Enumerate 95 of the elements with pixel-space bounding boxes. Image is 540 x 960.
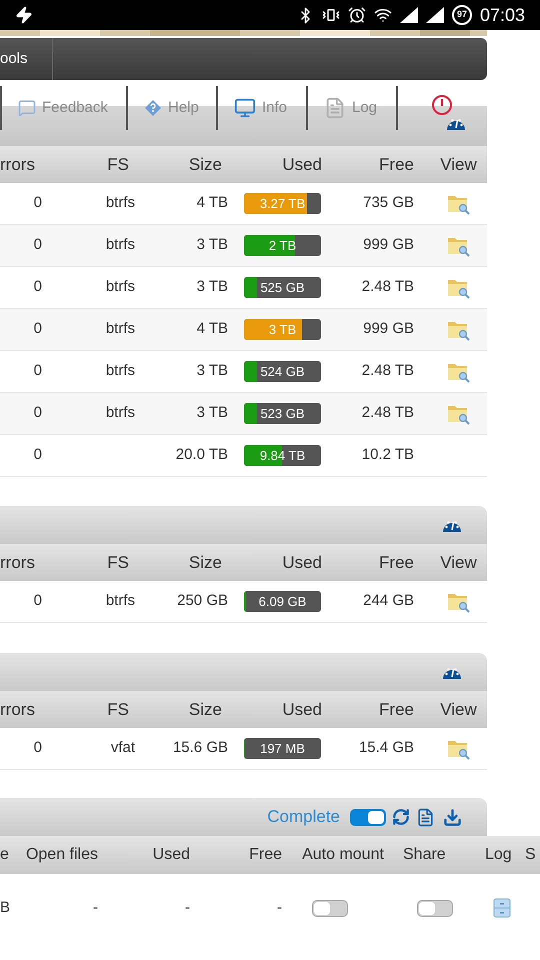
table-cell-text: 15.6 GB [172,738,229,758]
nav-item[interactable]: ools [0,38,53,80]
usage-text: 9.84 TB [260,446,306,465]
table-cell-text: - [93,898,99,918]
column-header[interactable]: Log [460,843,512,867]
table-cell-text: btrfs [106,403,136,424]
help-icon [144,99,162,117]
table-cell-text: 3 TB [196,277,229,298]
column-header[interactable]: View [440,696,477,722]
column-header[interactable]: Auto mount [302,843,384,867]
table-cell-text: 10.2 TB [362,445,415,466]
table-cell-text: 0 [34,591,43,612]
table-cell-text: btrfs [106,277,136,298]
column-header[interactable]: Open files [26,843,110,867]
table-cell-text: 735 GB [363,193,415,214]
column-header[interactable]: View [440,550,477,576]
table-cell-text: 3 TB [196,235,229,256]
column-header[interactable]: Free [249,843,290,867]
usage-text: 3 TB [268,320,296,339]
column-header[interactable]: FS [107,550,145,576]
flash-icon [15,6,33,24]
clock: 07:03 [480,4,525,26]
usage-text: 2 TB [268,236,296,255]
column-header[interactable]: Free [379,696,430,722]
table-cell-text: 0 [34,277,43,298]
column-header[interactable]: Used [282,152,338,178]
table-cell-text: 0 [34,193,43,214]
column-header[interactable]: Size [188,152,238,178]
alarm-icon [348,6,366,24]
table-cell-text: - [277,898,283,918]
usage-text: 525 GB [260,278,305,297]
column-header[interactable]: FS [107,696,145,722]
toggle-switch[interactable] [312,900,348,916]
table-cell-text: - [185,898,191,918]
cabinet-icon[interactable] [493,898,511,918]
table-cell-text: 999 GB [363,235,415,256]
column-header[interactable]: Size [188,696,238,722]
table-cell-text: 244 GB [363,591,415,612]
wifi-icon [374,6,392,24]
document-icon[interactable] [416,808,435,826]
signal-icon [400,7,418,23]
table-cell-text: 0 [34,319,43,340]
monitor-icon [234,97,256,119]
column-header[interactable]: Size [188,550,238,576]
column-header[interactable]: View [440,152,477,178]
table-cell-text: btrfs [106,591,136,612]
signal-icon [426,7,444,23]
table-cell-text: 20.0 TB [176,445,229,466]
usage-text: 523 GB [260,404,305,423]
table-cell-text: 2.48 TB [362,403,415,424]
table-cell-text: 0 [34,235,43,256]
vibrate-icon [322,6,340,24]
column-header[interactable]: Free [379,550,430,576]
table-cell-text: 0 [34,445,43,466]
usage-text: 6.09 GB [258,592,306,611]
column-header[interactable]: Used [152,843,205,867]
refresh-icon[interactable] [392,808,410,826]
usage-text: 524 GB [260,362,305,381]
table-cell-text: 4 TB [196,319,229,340]
usage-text: 197 MB [260,740,305,758]
table-cell-text: vfat [110,738,136,758]
toggle-switch[interactable] [350,808,386,826]
column-header[interactable]: FS [107,152,145,178]
power-icon[interactable] [431,94,453,116]
table-cell-text: 3 TB [196,361,229,382]
table-cell-text: 2.48 TB [362,277,415,298]
battery-level: 97 [452,5,472,25]
table-cell-text: 15.4 GB [358,738,415,758]
download-icon[interactable] [443,808,462,826]
table-cell-text: 0 [34,738,43,758]
table-cell-text: 3 TB [196,403,229,424]
column-header[interactable]: rrors [0,152,35,178]
column-header[interactable]: rrors [0,550,35,576]
document-icon [324,97,346,119]
column-header[interactable]: Share [396,843,446,867]
table-cell-text: 250 GB [177,591,229,612]
column-header[interactable]: S [520,843,536,867]
table-cell-text: 0 [34,361,43,382]
table-cell-text: 4 TB [196,193,229,214]
speech-bubble-icon [18,99,36,117]
column-header[interactable]: Used [282,696,338,722]
column-header[interactable]: Free [379,152,430,178]
table-cell-text: 2.48 TB [362,361,415,382]
table-cell-text: B [0,898,10,918]
toggle-switch[interactable] [417,900,453,916]
table-cell-text: btrfs [106,193,136,214]
table-cell-text: 999 GB [363,319,415,340]
column-header[interactable]: Used [282,550,338,576]
table-cell-text: 0 [34,403,43,424]
table-cell-text: btrfs [106,361,136,382]
usage-text: 3.27 TB [260,194,306,213]
table-cell-text: btrfs [106,235,136,256]
column-header[interactable]: rrors [0,696,35,722]
column-header[interactable]: e [0,843,9,867]
table-cell-text: btrfs [106,319,136,340]
